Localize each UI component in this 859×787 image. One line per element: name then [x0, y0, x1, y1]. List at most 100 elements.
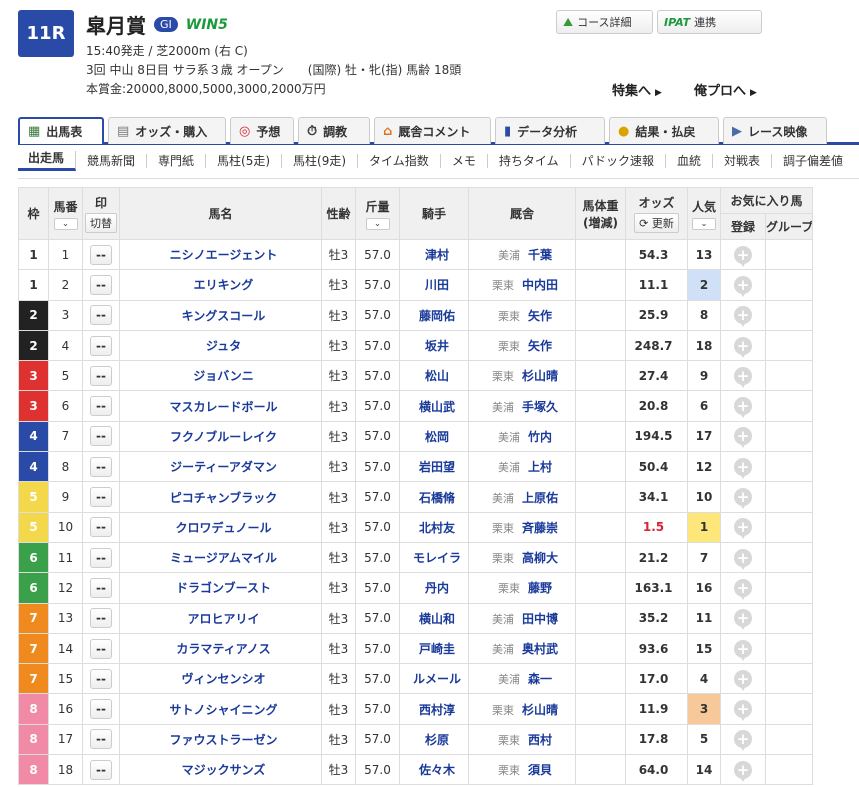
mark-select-button[interactable]: --	[90, 638, 112, 659]
sort-icon[interactable]: ⌄	[692, 217, 716, 230]
trainer-link[interactable]: 手塚久	[522, 400, 558, 414]
add-favorite-icon[interactable]: +	[734, 548, 752, 570]
trainer-link[interactable]: 矢作	[528, 339, 552, 353]
subtab-newspaper[interactable]: 競馬新聞	[76, 154, 148, 168]
add-favorite-icon[interactable]: +	[734, 609, 752, 631]
horse-name-link[interactable]: マスカレードボール	[119, 390, 322, 422]
horse-name-link[interactable]: キングスコール	[119, 299, 322, 331]
mark-select-button[interactable]: --	[90, 396, 112, 417]
add-favorite-icon[interactable]: +	[734, 457, 752, 479]
mark-select-button[interactable]: --	[90, 274, 112, 295]
horse-name-link[interactable]: マジックサンズ	[119, 754, 322, 786]
trainer-link[interactable]: 上原佑	[522, 491, 558, 505]
mark-select-button[interactable]: --	[90, 608, 112, 629]
trainer-link[interactable]: 千葉	[528, 248, 552, 262]
jockey-link[interactable]: 石橋脩	[399, 481, 469, 513]
jockey-link[interactable]: 戸崎圭	[399, 632, 469, 665]
mark-select-button[interactable]: --	[90, 759, 112, 780]
horse-name-link[interactable]: カラマティアノス	[119, 632, 322, 665]
mark-select-button[interactable]: --	[90, 577, 112, 598]
mark-select-button[interactable]: --	[90, 305, 112, 326]
jockey-link[interactable]: 松山	[399, 360, 469, 392]
trainer-link[interactable]: 高柳大	[522, 551, 558, 565]
horse-name-link[interactable]: ピコチャンブラック	[119, 481, 322, 513]
add-favorite-icon[interactable]: +	[734, 578, 752, 600]
horse-name-link[interactable]: フクノブルーレイク	[119, 420, 322, 453]
horse-name-link[interactable]: ジーティーアダマン	[119, 451, 322, 483]
horse-name-link[interactable]: サトノシャイニング	[119, 693, 322, 725]
horse-name-link[interactable]: ヴィンセンシオ	[119, 663, 322, 695]
trainer-link[interactable]: 杉山晴	[522, 369, 558, 383]
add-favorite-icon[interactable]: +	[734, 427, 752, 449]
trainer-link[interactable]: 竹内	[528, 430, 552, 444]
subtab-pedigree[interactable]: 血統	[666, 154, 713, 168]
trainer-link[interactable]: 中内田	[522, 278, 558, 292]
trainer-link[interactable]: 上村	[528, 460, 552, 474]
trainer-link[interactable]: 矢作	[528, 309, 552, 323]
tab-odds[interactable]: ▤ オッズ・購入	[108, 117, 226, 144]
jockey-link[interactable]: 北村友	[399, 511, 469, 543]
horse-name-link[interactable]: ニシノエージェント	[119, 238, 322, 271]
orepro-link[interactable]: 俺プロへ ▶	[694, 80, 757, 99]
jockey-link[interactable]: ルメール	[399, 663, 469, 695]
subtab-horses[interactable]: 出走馬	[18, 151, 77, 171]
subtab-time-index[interactable]: タイム指数	[358, 154, 441, 168]
header-weight[interactable]: 斤量 ⌄	[355, 187, 400, 240]
trainer-link[interactable]: 藤野	[528, 581, 552, 595]
trainer-link[interactable]: 奥村武	[522, 642, 558, 656]
jockey-link[interactable]: 津村	[399, 238, 469, 271]
course-detail-button[interactable]: ⛰ コース詳細	[556, 10, 653, 34]
mark-select-button[interactable]: --	[90, 365, 112, 386]
jockey-link[interactable]: 杉原	[399, 723, 469, 756]
trainer-link[interactable]: 田中博	[522, 612, 558, 626]
tab-race-video[interactable]: ▶ レース映像	[723, 117, 827, 144]
trainer-link[interactable]: 斉藤崇	[522, 521, 558, 535]
horse-name-link[interactable]: アロヒアリイ	[119, 602, 322, 634]
horse-name-link[interactable]: ジョバンニ	[119, 360, 322, 392]
subtab-past5[interactable]: 馬柱(5走)	[206, 154, 283, 168]
jockey-link[interactable]: 丹内	[399, 572, 469, 604]
add-favorite-icon[interactable]: +	[734, 730, 752, 752]
add-favorite-icon[interactable]: +	[734, 245, 752, 267]
mark-select-button[interactable]: --	[90, 668, 112, 689]
add-favorite-icon[interactable]: +	[734, 306, 752, 328]
subtab-best-time[interactable]: 持ちタイム	[488, 154, 571, 168]
jockey-link[interactable]: 藤岡佑	[399, 299, 469, 331]
subtab-past9[interactable]: 馬柱(9走)	[282, 154, 359, 168]
jockey-link[interactable]: 横山和	[399, 602, 469, 634]
header-umaban[interactable]: 馬番 ⌄	[48, 187, 83, 240]
add-favorite-icon[interactable]: +	[734, 669, 752, 691]
add-favorite-icon[interactable]: +	[734, 336, 752, 358]
trainer-link[interactable]: 西村	[528, 733, 552, 747]
mark-select-button[interactable]: --	[90, 699, 112, 720]
tab-data-analysis[interactable]: ▮ データ分析	[495, 117, 605, 144]
jockey-link[interactable]: 岩田望	[399, 451, 469, 483]
sort-icon[interactable]: ⌄	[53, 217, 78, 230]
mark-toggle-button[interactable]: 切替	[85, 213, 117, 233]
jockey-link[interactable]: 西村淳	[399, 693, 469, 725]
horse-name-link[interactable]: クロワデュノール	[119, 511, 322, 543]
win5-logo[interactable]: WIN5	[186, 17, 228, 33]
mark-select-button[interactable]: --	[90, 426, 112, 447]
tokushu-link[interactable]: 特集へ ▶	[612, 80, 662, 99]
subtab-condition[interactable]: 調子偏差値	[772, 154, 854, 168]
add-favorite-icon[interactable]: +	[734, 366, 752, 388]
add-favorite-icon[interactable]: +	[734, 760, 752, 782]
tab-shutuba[interactable]: ▦ 出馬表	[18, 117, 104, 144]
mark-select-button[interactable]: --	[90, 456, 112, 477]
horse-name-link[interactable]: ミュージアムマイル	[119, 541, 322, 574]
add-favorite-icon[interactable]: +	[734, 518, 752, 540]
subtab-paddock[interactable]: パドック速報	[571, 154, 666, 168]
add-favorite-icon[interactable]: +	[734, 700, 752, 722]
jockey-link[interactable]: 松岡	[399, 420, 469, 453]
horse-name-link[interactable]: ジュタ	[119, 329, 322, 362]
jockey-link[interactable]: 佐々木	[399, 754, 469, 786]
horse-name-link[interactable]: エリキング	[119, 269, 322, 301]
add-favorite-icon[interactable]: +	[734, 639, 752, 661]
add-favorite-icon[interactable]: +	[734, 275, 752, 297]
tab-yoso[interactable]: ◎ 予想	[230, 117, 294, 144]
subtab-specialist[interactable]: 専門紙	[147, 154, 207, 168]
horse-name-link[interactable]: ファウストラーゼン	[119, 723, 322, 756]
mark-select-button[interactable]: --	[90, 517, 112, 538]
jockey-link[interactable]: 横山武	[399, 390, 469, 422]
